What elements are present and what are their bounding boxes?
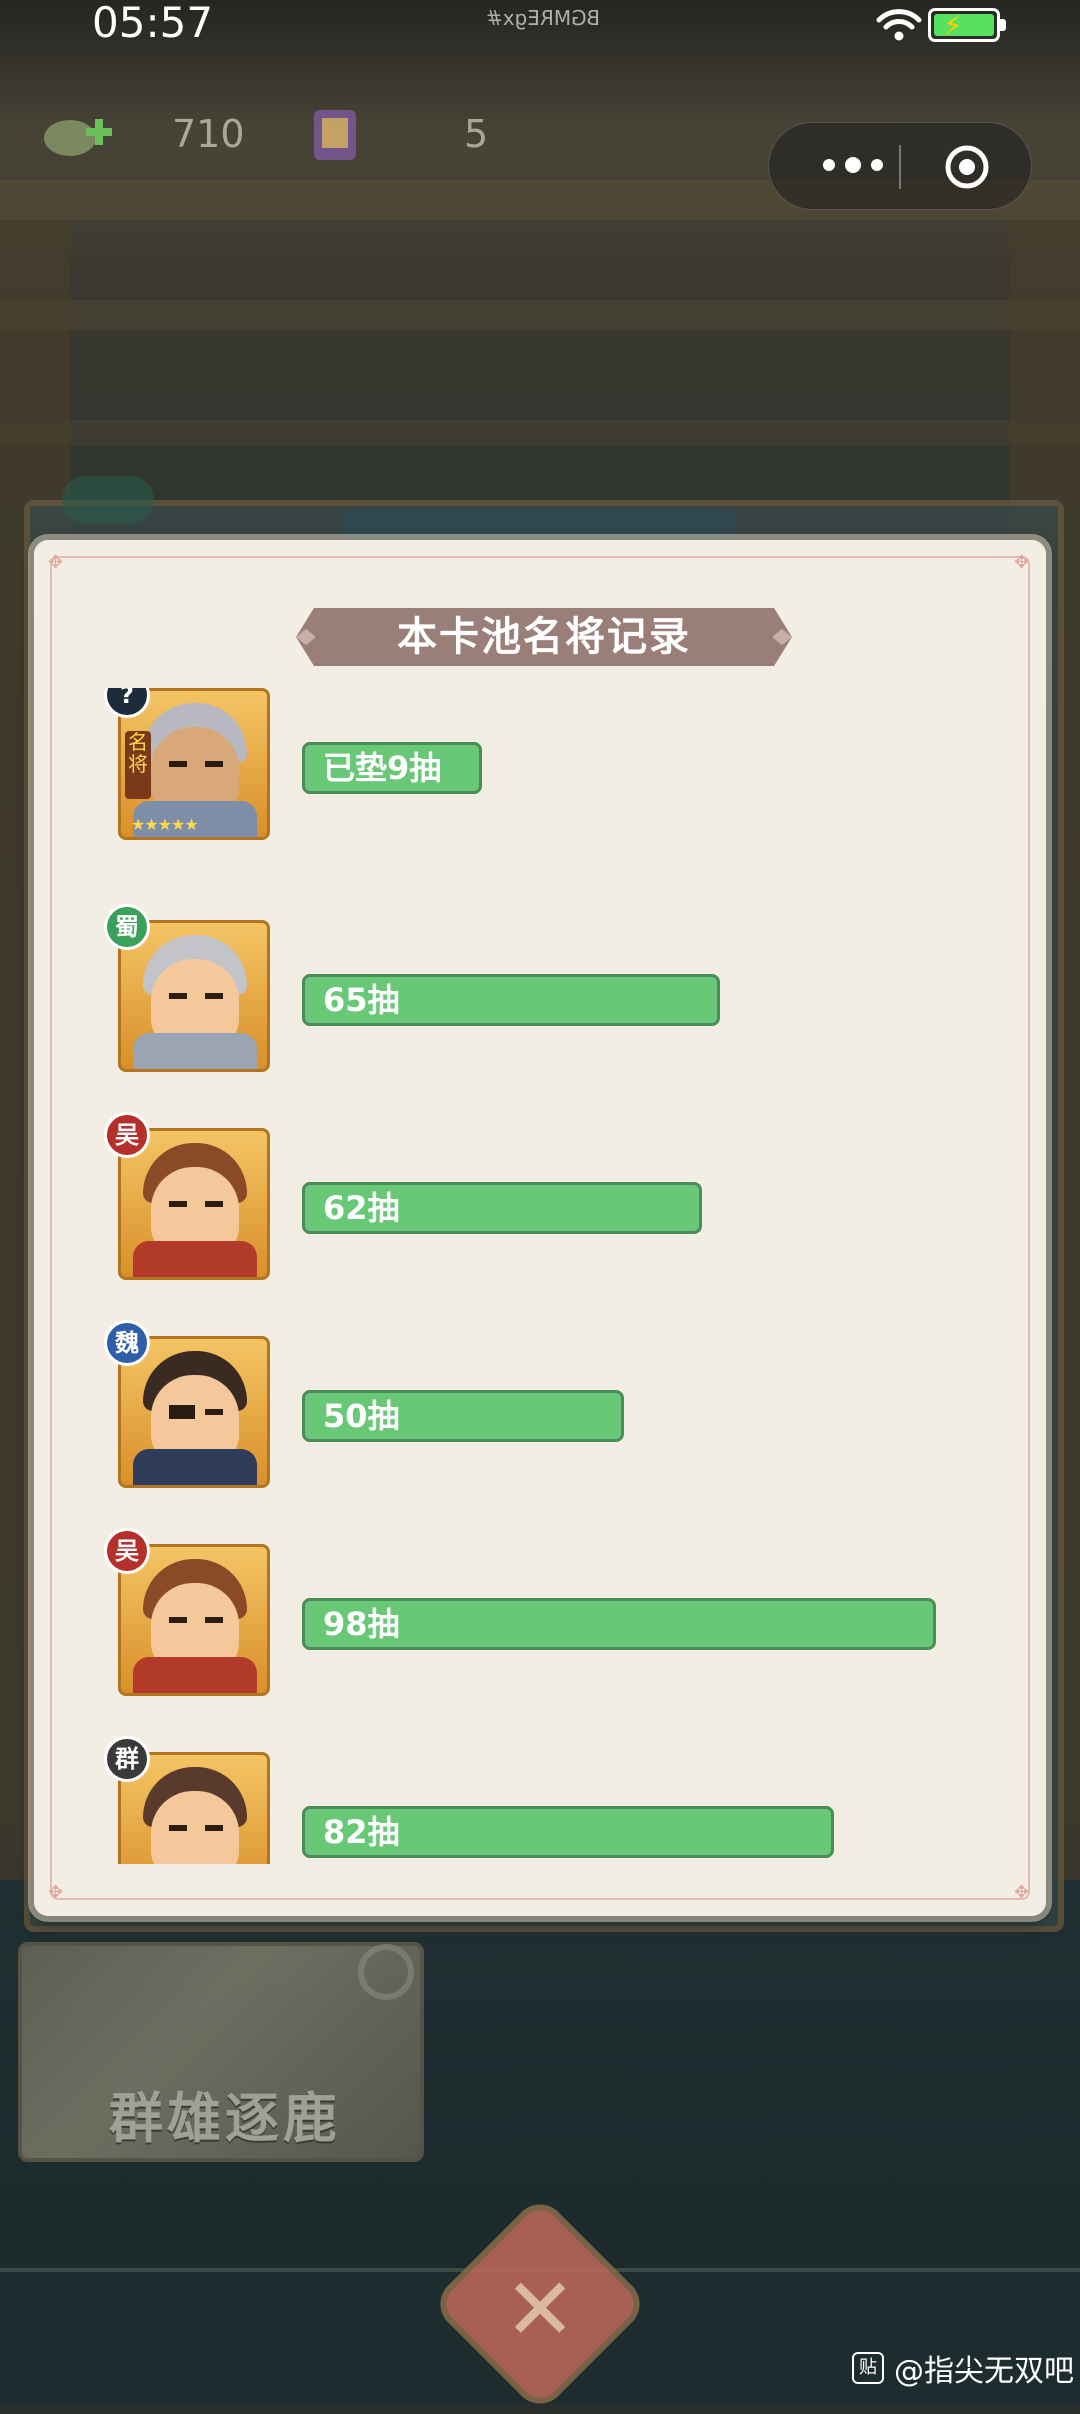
draw-count-bar: 82抽 xyxy=(302,1806,834,1858)
avatar-armor xyxy=(133,1241,257,1277)
status-bar: 05:57 BGMREgx# ⚡ xyxy=(0,0,1080,56)
mirrored-tag: BGMREgx# xyxy=(486,6,600,30)
banner-title: 群雄逐鹿 xyxy=(109,2087,341,2150)
star-rating: ★★★★★ xyxy=(131,815,199,834)
capsule-divider xyxy=(899,145,901,189)
draw-count-bar: 65抽 xyxy=(302,974,720,1026)
more-dots-icon[interactable] xyxy=(823,157,883,175)
miniapp-capsule xyxy=(768,122,1032,210)
wifi-icon xyxy=(876,9,922,41)
faction-badge: 魏 xyxy=(104,1320,150,1366)
avatar-armor xyxy=(133,1033,257,1069)
token-count: 5 xyxy=(464,112,489,156)
record-row: 魏 50抽 xyxy=(34,1320,1046,1496)
avatar-armor xyxy=(133,1449,257,1485)
draw-count-label: 82抽 xyxy=(323,1813,400,1851)
draw-count-bar: 已垫9抽 xyxy=(302,742,482,794)
faction-badge: 群 xyxy=(104,1736,150,1782)
faction-badge: 蜀 xyxy=(104,904,150,950)
record-row: 名将 ★★★★★ ? 已垫9抽 xyxy=(34,688,1046,848)
draw-count-label: 50抽 xyxy=(323,1397,400,1435)
tieba-icon: 贴 xyxy=(852,2352,884,2384)
draw-count-bar: 98抽 xyxy=(302,1598,936,1650)
record-row: 吴 62抽 xyxy=(34,1112,1046,1288)
corner-ornament: ✥ xyxy=(1014,1882,1030,1903)
faction-badge: 吴 xyxy=(104,1112,150,1158)
draw-count-bar: 62抽 xyxy=(302,1182,702,1234)
draw-count-label: 已垫9抽 xyxy=(323,749,442,787)
corner-ornament: ✥ xyxy=(1014,552,1030,573)
record-row: 群 82抽 xyxy=(34,1736,1046,1864)
draw-count-label: 98抽 xyxy=(323,1605,400,1643)
banner-ring-icon xyxy=(358,1944,414,2000)
background-panel-badge xyxy=(62,476,154,524)
draw-count-label: 62抽 xyxy=(323,1189,400,1227)
record-modal: ✥ ✥ ✥ ✥ 本卡池名将记录 名将 ★★★★★ ? 已垫9抽 蜀 65抽 吴 … xyxy=(34,540,1046,1916)
jade-count: 710 xyxy=(172,112,245,156)
famous-general-tag: 名将 xyxy=(125,731,151,799)
target-circle-icon[interactable] xyxy=(943,143,991,191)
ceiling-beam xyxy=(0,420,1080,446)
corner-ornament: ✥ xyxy=(48,552,64,573)
record-row: 蜀 65抽 xyxy=(34,904,1046,1080)
modal-title-ribbon: 本卡池名将记录 xyxy=(296,602,792,672)
scroll-token-icon[interactable] xyxy=(306,100,364,168)
draw-count-label: 65抽 xyxy=(323,981,400,1019)
draw-count-bar: 50抽 xyxy=(302,1390,624,1442)
battery-tip xyxy=(1000,19,1006,31)
watermark-text: @指尖无双吧 xyxy=(894,2354,1074,2389)
record-row: 吴 98抽 xyxy=(34,1528,1046,1704)
charging-bolt-icon: ⚡ xyxy=(943,9,963,42)
record-list[interactable]: 名将 ★★★★★ ? 已垫9抽 蜀 65抽 吴 62抽 魏 50抽 吴 98抽 … xyxy=(34,688,1046,1864)
crossed-swords-icon: ✕ xyxy=(503,2260,577,2360)
jade-plus-icon[interactable] xyxy=(42,108,114,164)
status-time: 05:57 xyxy=(92,0,214,47)
corner-ornament: ✥ xyxy=(48,1882,64,1903)
avatar-armor xyxy=(133,1657,257,1693)
battery-icon: ⚡ xyxy=(928,8,1000,42)
modal-title: 本卡池名将记录 xyxy=(397,614,691,660)
avatar-face xyxy=(151,1791,239,1864)
faction-badge: 吴 xyxy=(104,1528,150,1574)
ceiling-beam xyxy=(0,300,1080,330)
